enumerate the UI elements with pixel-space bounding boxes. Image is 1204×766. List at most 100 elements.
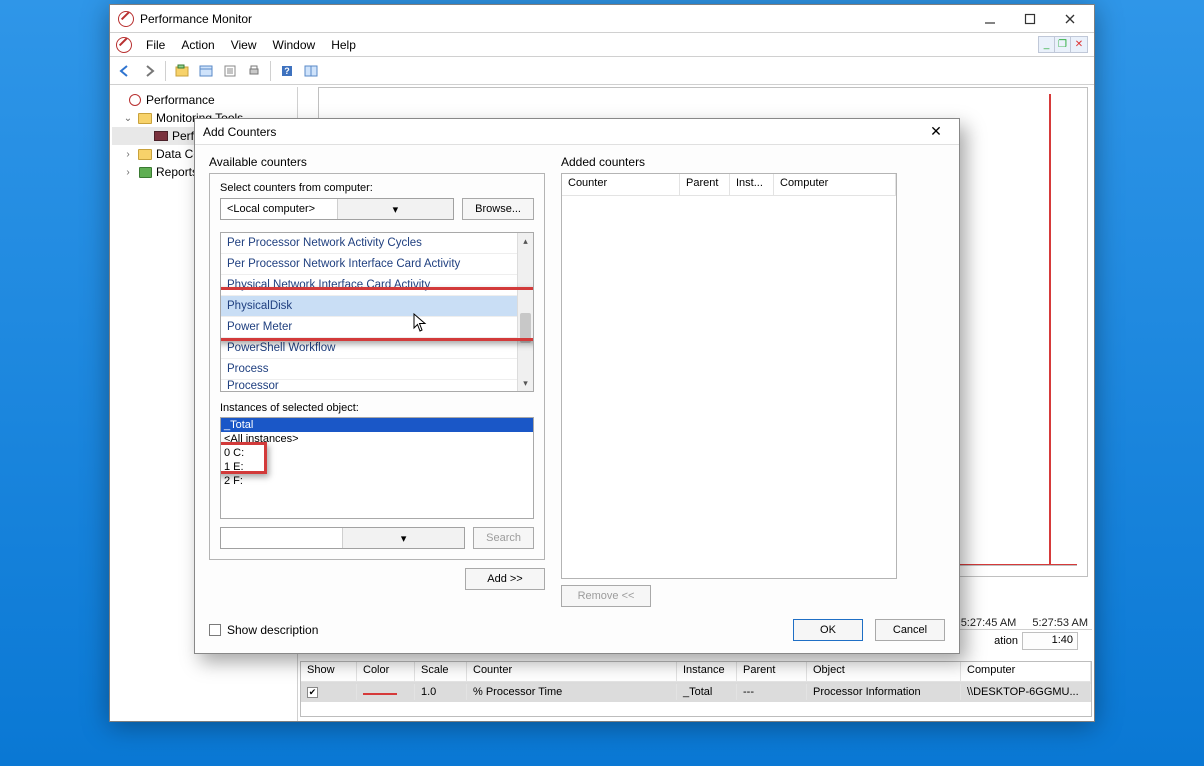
panes-button[interactable] [300, 60, 322, 82]
added-counters-list[interactable]: Counter Parent Inst... Computer [561, 173, 897, 579]
added-counters-label: Added counters [561, 155, 897, 169]
col-inst[interactable]: Inst... [730, 174, 774, 195]
row-parent: --- [737, 684, 807, 700]
counter-item[interactable]: PowerShell Workflow⌄ [221, 338, 533, 359]
mdi-close-icon[interactable]: ✕ [1071, 37, 1087, 52]
duration-label: ation [994, 635, 1018, 647]
menu-help[interactable]: Help [323, 35, 364, 55]
menu-window[interactable]: Window [265, 35, 324, 55]
tree-root-label: Performance [146, 93, 215, 107]
counter-item[interactable]: Process⌄ [221, 359, 533, 380]
mdi-minimize-icon[interactable]: _ [1039, 37, 1055, 52]
counter-item[interactable]: Per Processor Network Activity Cycles⌄ [221, 233, 533, 254]
dialog-title: Add Counters [203, 125, 276, 139]
row-computer: \\DESKTOP-6GGMU... [961, 684, 1091, 700]
menubar: File Action View Window Help _ ❐ ✕ [110, 33, 1094, 57]
grid-row[interactable]: ✔ 1.0 % Processor Time _Total --- Proces… [301, 682, 1091, 702]
chevron-down-icon[interactable]: ▾ [342, 528, 464, 548]
counter-grid[interactable]: Show Color Scale Counter Instance Parent… [300, 661, 1092, 717]
instance-item[interactable]: 0 C: [221, 446, 533, 460]
tree-root[interactable]: Performance [112, 91, 295, 109]
scroll-up-icon[interactable]: ▴ [518, 233, 533, 249]
instance-item[interactable]: 2 F: [221, 474, 533, 488]
show-description-label: Show description [227, 623, 318, 637]
ok-button[interactable]: OK [793, 619, 863, 641]
col-show[interactable]: Show [301, 662, 357, 681]
print-button[interactable] [243, 60, 265, 82]
instance-search-combobox[interactable]: ▾ [220, 527, 465, 549]
help-button[interactable]: ? [276, 60, 298, 82]
computer-value: <Local computer> [221, 203, 337, 215]
instance-item-total[interactable]: _Total [221, 418, 533, 432]
add-counters-dialog: Add Counters ✕ Available counters Select… [194, 118, 960, 654]
show-description-checkbox[interactable] [209, 624, 221, 636]
cancel-button[interactable]: Cancel [875, 619, 945, 641]
row-scale: 1.0 [415, 684, 467, 700]
available-counters-group: Select counters from computer: <Local co… [209, 173, 545, 560]
monitor-icon [154, 131, 168, 141]
dialog-close-button[interactable]: ✕ [921, 123, 951, 140]
mdi-restore-icon[interactable]: ❐ [1055, 37, 1071, 52]
close-button[interactable] [1050, 6, 1090, 32]
instances-list[interactable]: _Total <All instances> 0 C: 1 E: 2 F: [220, 417, 534, 519]
menu-action[interactable]: Action [173, 35, 222, 55]
reports-icon [139, 167, 152, 178]
scroll-down-icon[interactable]: ▾ [518, 375, 533, 391]
col-parent[interactable]: Parent [680, 174, 730, 195]
available-counters-label: Available counters [209, 155, 545, 169]
scrollbar[interactable]: ▴ ▾ [517, 233, 533, 391]
col-computer[interactable]: Computer [774, 174, 896, 195]
computer-combobox[interactable]: <Local computer> ▾ [220, 198, 454, 220]
scroll-thumb[interactable] [520, 313, 531, 343]
col-computer[interactable]: Computer [961, 662, 1091, 681]
color-swatch [363, 693, 397, 695]
row-counter: % Processor Time [467, 684, 677, 700]
counter-item-physicaldisk[interactable]: PhysicalDisk⌄ [221, 296, 533, 317]
maximize-button[interactable] [1010, 6, 1050, 32]
duration-value: 1:40 [1022, 632, 1078, 650]
counter-item[interactable]: Per Processor Network Interface Card Act… [221, 254, 533, 275]
col-color[interactable]: Color [357, 662, 415, 681]
row-object: Processor Information [807, 684, 961, 700]
col-scale[interactable]: Scale [415, 662, 467, 681]
remove-button[interactable]: Remove << [561, 585, 651, 607]
new-window-button[interactable] [195, 60, 217, 82]
col-parent[interactable]: Parent [737, 662, 807, 681]
col-instance[interactable]: Instance [677, 662, 737, 681]
grid-header: Show Color Scale Counter Instance Parent… [301, 662, 1091, 682]
select-computer-label: Select counters from computer: [220, 182, 534, 194]
dialog-bottom-row: Show description OK Cancel [209, 615, 945, 645]
browse-button[interactable]: Browse... [462, 198, 534, 220]
tree-reports-label: Reports [156, 165, 198, 179]
back-button[interactable] [114, 60, 136, 82]
minimize-button[interactable] [970, 6, 1010, 32]
counter-item[interactable]: Power Meter⌄ [221, 317, 533, 338]
search-button[interactable]: Search [473, 527, 534, 549]
chart-times: 5:27:45 AM 5:27:53 AM [961, 617, 1088, 629]
properties-button[interactable] [219, 60, 241, 82]
col-object[interactable]: Object [807, 662, 961, 681]
menu-file[interactable]: File [138, 35, 173, 55]
counter-object-list[interactable]: Per Processor Network Activity Cycles⌄ P… [220, 232, 534, 392]
toolbar: ? [110, 57, 1094, 85]
mdi-controls[interactable]: _ ❐ ✕ [1038, 36, 1088, 53]
col-counter[interactable]: Counter [562, 174, 680, 195]
col-counter[interactable]: Counter [467, 662, 677, 681]
instance-item[interactable]: 1 E: [221, 460, 533, 474]
row-instance: _Total [677, 684, 737, 700]
chart-time-2: 5:27:53 AM [1032, 617, 1088, 629]
instance-item-all[interactable]: <All instances> [221, 432, 533, 446]
row-show-checkbox[interactable]: ✔ [307, 687, 318, 698]
app-icon [118, 11, 134, 27]
window-title: Performance Monitor [140, 12, 252, 26]
counter-item[interactable]: Physical Network Interface Card Activity… [221, 275, 533, 296]
counter-item[interactable]: Processor⌄ [221, 380, 533, 392]
app-icon [116, 37, 132, 53]
chevron-down-icon[interactable]: ▾ [337, 199, 454, 219]
add-button[interactable]: Add >> [465, 568, 545, 590]
show-hide-tree-button[interactable] [171, 60, 193, 82]
forward-button[interactable] [138, 60, 160, 82]
menu-view[interactable]: View [223, 35, 265, 55]
added-header: Counter Parent Inst... Computer [562, 174, 896, 196]
svg-text:?: ? [284, 66, 290, 76]
